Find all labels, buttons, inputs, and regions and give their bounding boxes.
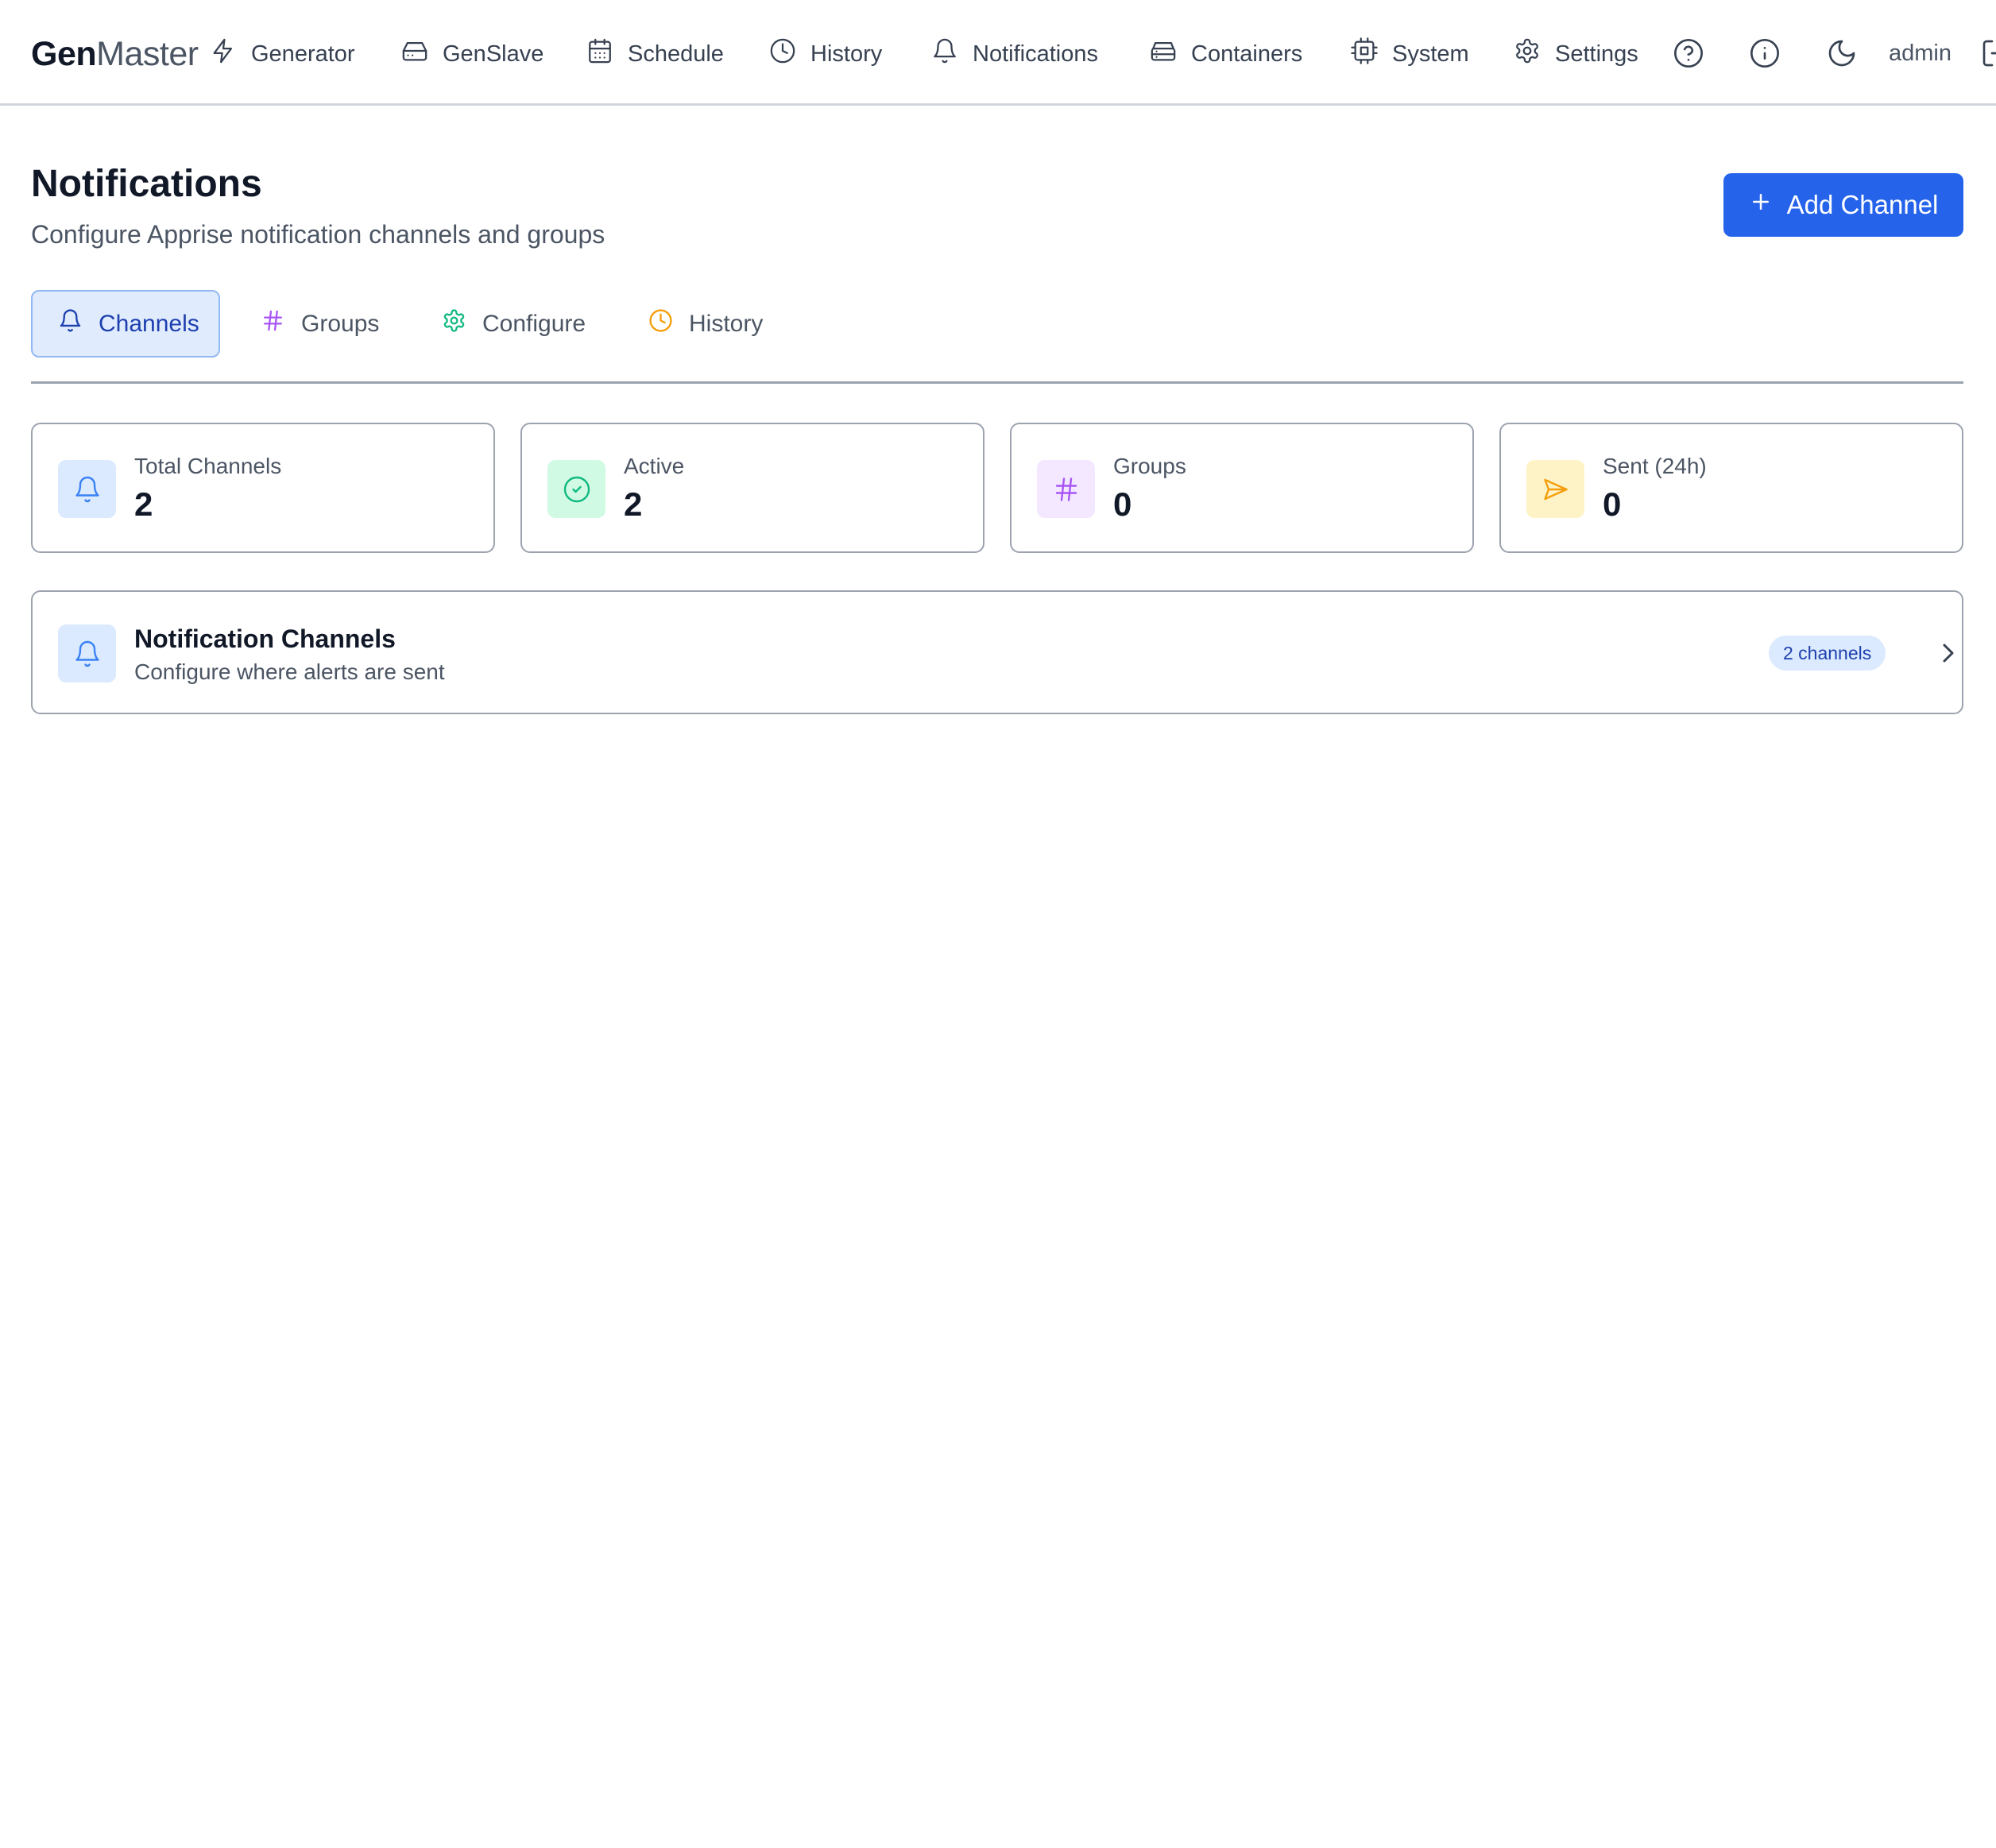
cpu-icon — [1351, 37, 1378, 71]
tab-groups[interactable]: Groups — [235, 290, 404, 358]
nav-item-label: Schedule — [628, 41, 724, 67]
stat-card-sent-24h: Sent (24h) 0 — [1499, 423, 1963, 553]
calendar-icon — [586, 37, 613, 71]
hash-icon — [261, 308, 285, 339]
nav-item-label: Containers — [1191, 41, 1303, 67]
tab-channels[interactable]: Channels — [31, 290, 220, 358]
hard-drive-icon — [401, 37, 428, 71]
bell-icon — [58, 308, 83, 339]
bell-icon — [58, 460, 116, 518]
info-icon — [1749, 39, 1781, 72]
logout-icon — [1980, 40, 1996, 72]
check-circle-icon — [547, 460, 605, 518]
tab-label: Channels — [99, 310, 199, 337]
nav-item-label: GenSlave — [443, 41, 544, 67]
help-button[interactable] — [1673, 37, 1704, 69]
nav-item-containers[interactable]: Containers — [1150, 30, 1302, 78]
tab-label: Groups — [301, 310, 380, 337]
logout-button[interactable] — [1980, 37, 1996, 69]
bell-icon — [931, 37, 958, 71]
brand-first: Gen — [31, 35, 97, 73]
bell-icon — [58, 624, 116, 682]
clock-icon — [648, 308, 673, 339]
moon-icon — [1826, 40, 1858, 72]
help-circle-icon — [1673, 39, 1704, 72]
section-title: Notification Channels — [134, 624, 396, 653]
add-channel-button[interactable]: Add Channel — [1723, 173, 1963, 237]
tab-bar: Channels Groups Configure History — [31, 290, 1963, 384]
section-description: Configure where alerts are sent — [134, 659, 445, 684]
theme-toggle[interactable] — [1826, 37, 1858, 69]
nav-item-generator[interactable]: Generator — [210, 30, 355, 78]
page-title: Notifications — [31, 163, 262, 205]
send-icon — [1526, 460, 1584, 518]
stat-value: 0 — [1603, 485, 1622, 523]
app-logo[interactable]: GenMaster — [31, 33, 199, 75]
stat-value: 2 — [134, 485, 153, 523]
nav-item-history[interactable]: History — [769, 30, 882, 78]
stat-card-active: Active 2 — [520, 423, 984, 553]
gear-icon — [1514, 37, 1541, 71]
stat-label: Active — [624, 454, 685, 478]
nav-item-label: Notifications — [973, 41, 1098, 67]
notification-channels-section[interactable]: Notification Channels Configure where al… — [31, 590, 1963, 714]
nav-item-system[interactable]: System — [1351, 30, 1469, 78]
zap-icon — [210, 37, 237, 71]
clock-icon — [769, 37, 796, 71]
nav-item-label: Generator — [251, 41, 355, 67]
stat-card-total-channels: Total Channels 2 — [31, 423, 495, 553]
channel-count-badge: 2 channels — [1769, 636, 1886, 671]
stat-label: Sent (24h) — [1603, 454, 1707, 478]
nav-item-label: System — [1392, 41, 1469, 67]
plus-icon — [1749, 190, 1773, 220]
chevron-right-icon[interactable] — [1932, 637, 1964, 669]
tab-label: History — [689, 310, 764, 337]
brand-second: Master — [96, 35, 199, 73]
nav-item-label: Settings — [1555, 41, 1638, 67]
tab-history[interactable]: History — [623, 290, 788, 358]
stat-label: Groups — [1113, 454, 1186, 478]
top-navigation: GenMaster Generator GenSlave Schedule Hi… — [0, 0, 1996, 106]
stat-value: 2 — [624, 485, 643, 523]
stat-value: 0 — [1113, 485, 1132, 523]
stat-label: Total Channels — [134, 454, 282, 478]
info-button[interactable] — [1749, 37, 1781, 69]
page-subtitle: Configure Apprise notification channels … — [31, 220, 605, 249]
tab-configure[interactable]: Configure — [416, 290, 611, 358]
nav-item-notifications[interactable]: Notifications — [931, 30, 1098, 78]
add-channel-label: Add Channel — [1786, 190, 1939, 219]
stat-card-groups: Groups 0 — [1010, 423, 1474, 553]
nav-item-genslave[interactable]: GenSlave — [401, 30, 543, 78]
gear-icon — [442, 308, 466, 339]
user-menu[interactable]: admin — [1889, 37, 1952, 69]
nav-item-settings[interactable]: Settings — [1514, 30, 1638, 78]
nav-item-schedule[interactable]: Schedule — [586, 30, 724, 78]
nav-item-label: History — [810, 41, 883, 67]
tab-label: Configure — [482, 310, 586, 337]
hash-icon — [1037, 460, 1095, 518]
server-icon — [1150, 37, 1177, 71]
